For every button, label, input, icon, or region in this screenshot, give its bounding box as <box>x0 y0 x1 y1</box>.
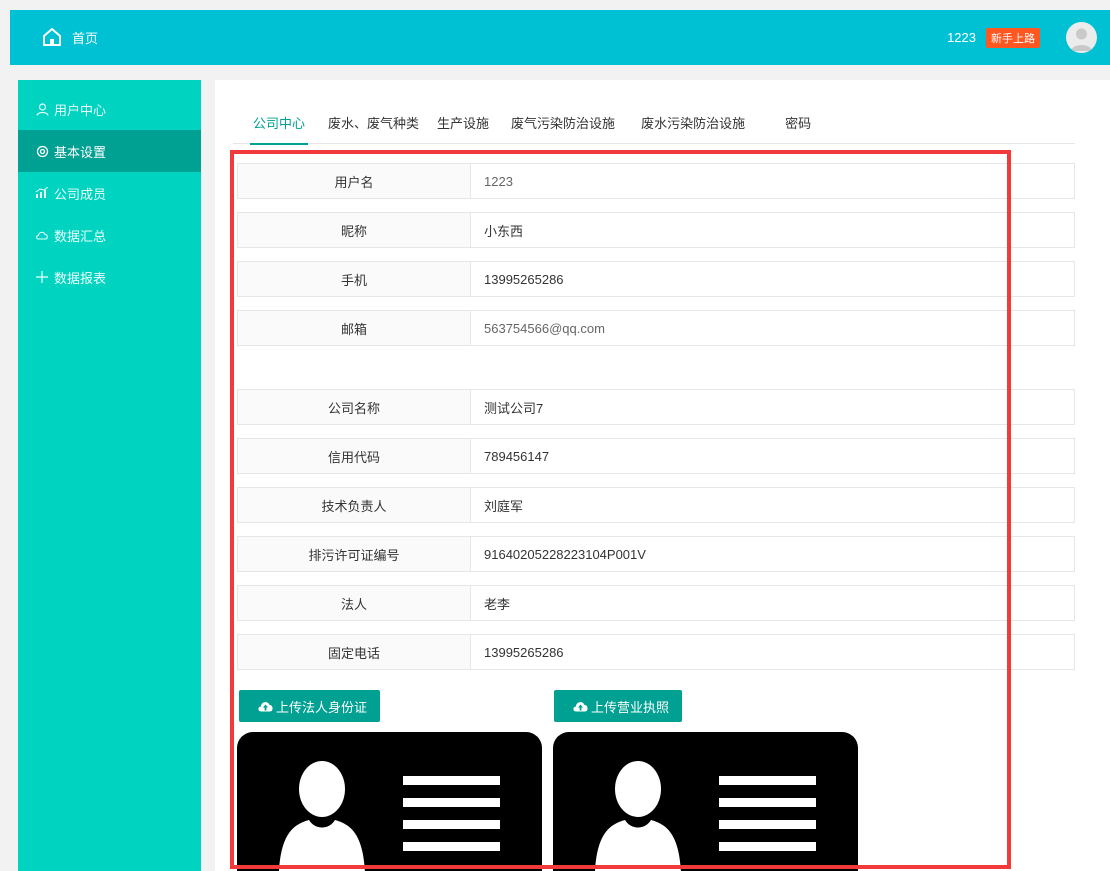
sidebar-item-label: 公司成员 <box>54 186 107 202</box>
field-label: 用户名 <box>238 164 471 198</box>
main-panel: 公司中心 废水、废气种类 生产设施 废气污染防治设施 废水污染防治设施 密码 用… <box>215 80 1110 871</box>
cloud-upload-icon <box>257 700 274 712</box>
gear-icon <box>35 144 49 158</box>
chart-icon <box>35 186 49 200</box>
tab-wastewater-gas-types[interactable]: 废水、废气种类 <box>325 104 422 144</box>
credit-code-field[interactable]: 789456147 <box>471 439 1074 473</box>
email-field[interactable]: 563754566@qq.com <box>471 311 1074 345</box>
field-label: 公司名称 <box>238 390 471 424</box>
form-row-legal-person: 法人 老李 <box>237 585 1075 621</box>
sidebar-item-company-members[interactable]: 公司成员 <box>18 172 201 214</box>
sidebar-item-data-summary[interactable]: 数据汇总 <box>18 214 201 256</box>
legal-id-placeholder[interactable] <box>237 732 542 871</box>
upload-legal-id-button[interactable]: 上传法人身份证 <box>239 690 381 722</box>
sidebar-item-label: 用户中心 <box>54 102 107 118</box>
field-label: 固定电话 <box>238 635 471 669</box>
sidebar: 用户中心 基本设置 公司成员 数据汇总 数据报表 <box>18 80 201 871</box>
home-label: 首页 <box>72 30 99 46</box>
field-label: 法人 <box>238 586 471 620</box>
form-row-phone: 手机 13995265286 <box>237 261 1075 297</box>
form-row-email: 邮箱 563754566@qq.com <box>237 310 1075 346</box>
sidebar-item-label: 基本设置 <box>54 144 107 160</box>
top-header: 首页 1223 新手上路 <box>10 10 1110 65</box>
username[interactable]: 1223 <box>947 30 976 45</box>
tab-water-pollution-control[interactable]: 废水污染防治设施 <box>638 104 748 144</box>
phone-field[interactable]: 13995265286 <box>471 262 1074 296</box>
field-label: 昵称 <box>238 213 471 247</box>
landline-field[interactable]: 13995265286 <box>471 635 1074 669</box>
sidebar-item-basic-settings[interactable]: 基本设置 <box>18 130 201 172</box>
form-row-permit-number: 排污许可证编号 91640205228223104P001V <box>237 536 1075 572</box>
upload-business-license-label: 上传营业执照 <box>591 699 670 715</box>
tab-bar: 公司中心 废水、废气种类 生产设施 废气污染防治设施 废水污染防治设施 密码 <box>233 104 1075 145</box>
plus-icon <box>35 270 49 284</box>
sidebar-item-label: 数据汇总 <box>54 228 107 244</box>
home-icon <box>42 27 62 47</box>
upload-business-license-button[interactable]: 上传营业执照 <box>554 690 683 722</box>
tab-password[interactable]: 密码 <box>782 104 814 144</box>
business-license-placeholder[interactable] <box>553 732 858 871</box>
legal-person-field[interactable]: 老李 <box>471 586 1074 620</box>
tab-production-facilities[interactable]: 生产设施 <box>434 104 492 144</box>
permit-number-field[interactable]: 91640205228223104P001V <box>471 537 1074 571</box>
upload-legal-id-label: 上传法人身份证 <box>276 699 368 715</box>
user-level-badge: 新手上路 <box>986 27 1040 48</box>
form-row-landline: 固定电话 13995265286 <box>237 634 1075 670</box>
id-card-icon <box>279 761 500 871</box>
avatar[interactable] <box>1066 22 1097 53</box>
form-row-username: 用户名 1223 <box>237 163 1075 199</box>
field-label: 手机 <box>238 262 471 296</box>
form-row-nickname: 昵称 小东西 <box>237 212 1075 248</box>
company-name-field[interactable]: 测试公司7 <box>471 390 1074 424</box>
form-row-tech-lead: 技术负责人 刘庭军 <box>237 487 1075 523</box>
field-label: 排污许可证编号 <box>238 537 471 571</box>
username-field[interactable]: 1223 <box>471 164 1074 198</box>
home-link[interactable]: 首页 <box>42 27 98 47</box>
cloud-icon <box>35 228 49 242</box>
form-row-credit-code: 信用代码 789456147 <box>237 438 1075 474</box>
nickname-field[interactable]: 小东西 <box>471 213 1074 247</box>
field-label: 邮箱 <box>238 311 471 345</box>
user-icon <box>35 102 49 116</box>
id-card-icon <box>595 761 816 871</box>
tech-lead-field[interactable]: 刘庭军 <box>471 488 1074 522</box>
field-label: 技术负责人 <box>238 488 471 522</box>
sidebar-item-label: 数据报表 <box>54 270 107 286</box>
cloud-upload-icon <box>572 700 589 712</box>
sidebar-item-user-center[interactable]: 用户中心 <box>18 88 201 130</box>
tab-company-center[interactable]: 公司中心 <box>250 104 309 145</box>
form-row-company-name: 公司名称 测试公司7 <box>237 389 1075 425</box>
field-label: 信用代码 <box>238 439 471 473</box>
tab-gas-pollution-control[interactable]: 废气污染防治设施 <box>508 104 618 144</box>
sidebar-item-data-report[interactable]: 数据报表 <box>18 256 201 298</box>
